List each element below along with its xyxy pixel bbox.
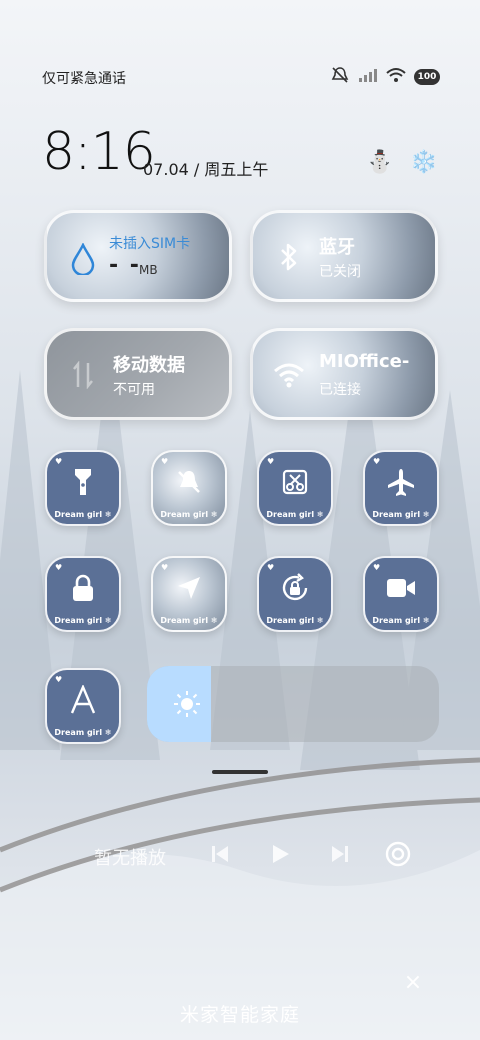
lock-icon — [47, 570, 119, 606]
cast-icon[interactable] — [384, 840, 412, 868]
signal-icon — [358, 67, 378, 87]
sim-data-tile[interactable]: 未插入SIM卡 - - MB — [44, 210, 232, 302]
tile-label: Dream girl ❄ — [372, 510, 430, 519]
tile-label: Dream girl ❄ — [372, 616, 430, 625]
tile-label: Dream girl ❄ — [54, 728, 112, 737]
carrier-text: 仅可紧急通话 — [42, 71, 126, 87]
font-icon — [47, 682, 119, 718]
screenshot-icon — [259, 464, 331, 500]
bluetooth-status: 已关闭 — [319, 264, 361, 280]
tile-label: Dream girl ❄ — [54, 616, 112, 625]
sim-status-label: 未插入SIM卡 — [109, 236, 191, 252]
lock-screen-toggle[interactable]: ♥ Dream girl ❄ — [45, 556, 121, 632]
status-bar: 仅可紧急通话 100 — [0, 62, 480, 92]
airplane-icon — [365, 464, 437, 500]
wifi-status: 已连接 — [319, 382, 361, 398]
mobile-data-icon — [65, 357, 101, 393]
bluetooth-icon — [271, 239, 307, 275]
tile-label: Dream girl ❄ — [266, 510, 324, 519]
next-icon[interactable] — [326, 840, 354, 868]
location-toggle[interactable]: ♥ Dream girl ❄ — [151, 556, 227, 632]
sim-data-unit: MB — [139, 263, 158, 277]
sun-icon — [173, 690, 201, 722]
close-icon[interactable]: × — [400, 970, 426, 996]
wifi-network-name: MIOffice- — [319, 351, 410, 372]
video-icon — [365, 570, 437, 606]
airplane-mode-toggle[interactable]: ♥ Dream girl ❄ — [363, 450, 439, 526]
rotation-lock-icon — [259, 570, 331, 606]
flashlight-toggle[interactable]: ♥ Dream girl ❄ — [45, 450, 121, 526]
bluetooth-title: 蓝牙 — [319, 237, 355, 258]
snowman-icon: ⛄ — [366, 150, 394, 175]
water-drop-icon — [65, 241, 101, 277]
previous-icon[interactable] — [206, 840, 234, 868]
silent-bell-icon — [153, 464, 225, 500]
mobile-data-tile[interactable]: 移动数据 不可用 — [44, 328, 232, 420]
sim-data-value: - - — [109, 253, 141, 278]
location-icon — [153, 570, 225, 606]
mute-icon — [330, 66, 350, 88]
wifi-icon — [386, 67, 406, 87]
tile-label: Dream girl ❄ — [160, 510, 218, 519]
play-icon[interactable] — [266, 840, 294, 868]
tile-label: Dream girl ❄ — [54, 510, 112, 519]
clock-date: 07.04 / 周五上午 — [143, 160, 269, 179]
clock-time: 8:16 — [42, 122, 156, 182]
font-size-toggle[interactable]: ♥ Dream girl ❄ — [45, 668, 121, 744]
tile-label: Dream girl ❄ — [266, 616, 324, 625]
media-status-text: 暂无播放 — [94, 848, 166, 869]
drag-handle[interactable] — [212, 770, 268, 774]
mobile-data-status: 不可用 — [113, 382, 155, 398]
brightness-slider[interactable] — [147, 666, 439, 742]
wifi-tile[interactable]: MIOffice- 已连接 — [250, 328, 438, 420]
bluetooth-tile[interactable]: 蓝牙 已关闭 — [250, 210, 438, 302]
silent-mode-toggle[interactable]: ♥ Dream girl ❄ — [151, 450, 227, 526]
smart-home-title: 米家智能家庭 — [179, 1004, 300, 1026]
mobile-data-title: 移动数据 — [113, 355, 185, 376]
rotation-lock-toggle[interactable]: ♥ Dream girl ❄ — [257, 556, 333, 632]
snowflake-icon: ❄️ — [410, 150, 438, 175]
media-controls: 暂无播放 — [0, 832, 480, 876]
battery-icon: 100 — [414, 69, 440, 85]
screen-record-toggle[interactable]: ♥ Dream girl ❄ — [363, 556, 439, 632]
screenshot-toggle[interactable]: ♥ Dream girl ❄ — [257, 450, 333, 526]
flashlight-icon — [47, 464, 119, 500]
tile-label: Dream girl ❄ — [160, 616, 218, 625]
wifi-tile-icon — [271, 357, 307, 393]
